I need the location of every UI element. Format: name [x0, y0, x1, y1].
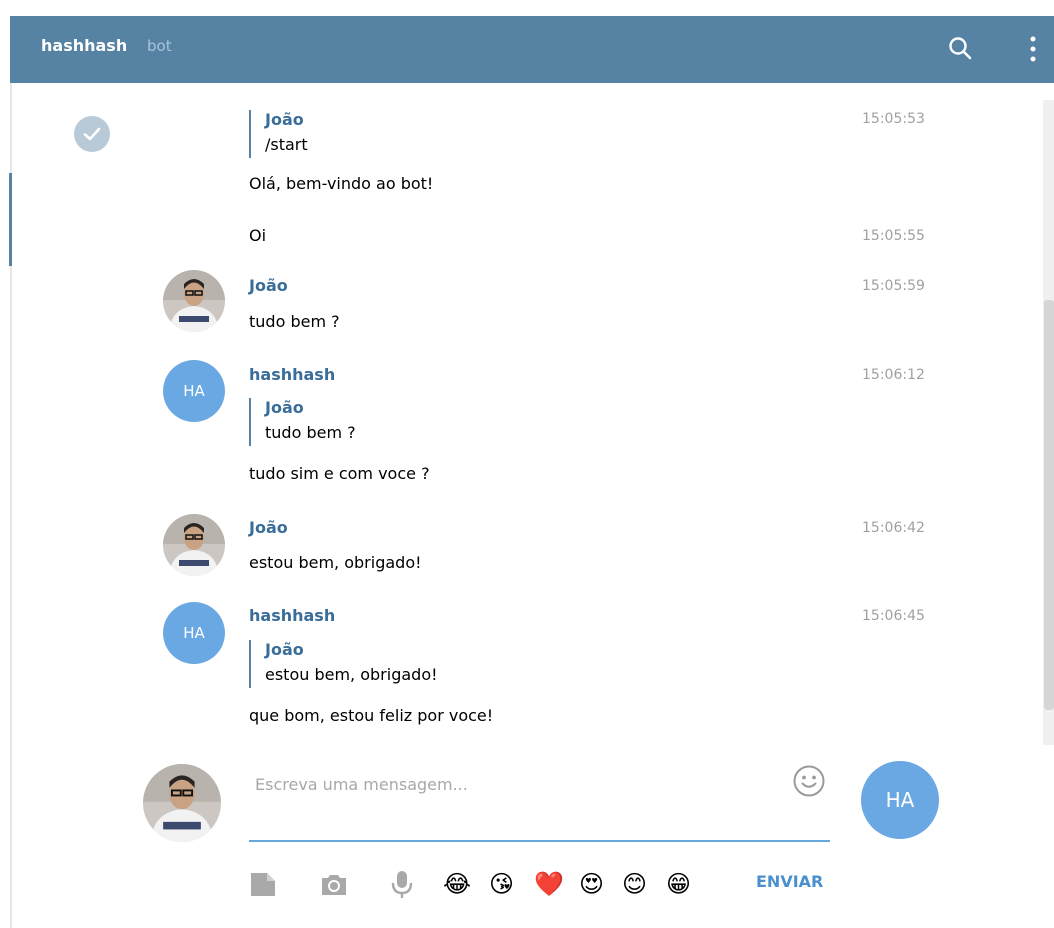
emoji-smile[interactable]: 😊	[622, 869, 647, 899]
camera-icon[interactable]	[320, 870, 348, 898]
avatar[interactable]: HA	[163, 602, 225, 664]
message-text: estou bem, obrigado!	[249, 553, 422, 572]
message-input[interactable]	[249, 764, 781, 804]
quote-text: estou bem, obrigado!	[265, 665, 438, 684]
message-text: Olá, bem-vindo ao bot!	[249, 174, 434, 193]
message-time: 15:05:55	[862, 228, 925, 244]
emoji-heart[interactable]: ❤️	[534, 869, 564, 899]
input-underline	[249, 840, 830, 842]
smiley-icon[interactable]	[792, 764, 826, 798]
message-text: tudo bem ?	[249, 312, 340, 331]
message-sender[interactable]: João	[249, 518, 288, 537]
quote-sender: João	[265, 398, 304, 417]
selected-message-indicator	[9, 173, 12, 266]
check-icon	[74, 116, 110, 152]
message-text: tudo sim e com voce ?	[249, 464, 430, 483]
send-button[interactable]: ENVIAR	[756, 872, 823, 891]
file-icon[interactable]	[249, 870, 277, 898]
message-sender[interactable]: hashhash	[249, 365, 335, 384]
microphone-icon[interactable]	[388, 870, 416, 898]
emoji-kiss[interactable]: 😘	[489, 869, 514, 899]
chat-header: hashhash bot	[10, 16, 1054, 83]
message-time: 15:06:12	[862, 367, 925, 383]
emoji-laughing[interactable]: 😂	[443, 869, 471, 899]
message-time: 15:05:59	[862, 278, 925, 294]
chat-type-label: bot	[147, 37, 172, 55]
quote-text: tudo bem ?	[265, 423, 356, 442]
quote-text: /start	[265, 135, 308, 154]
avatar[interactable]: HA	[163, 360, 225, 422]
message-time: 15:05:53	[862, 111, 925, 127]
vertical-dots-icon[interactable]	[1028, 33, 1038, 65]
message-quote[interactable]: João estou bem, obrigado!	[249, 640, 811, 688]
message-time: 15:06:42	[862, 520, 925, 536]
emoji-heart-eyes[interactable]: 😍	[579, 869, 604, 899]
message-quote[interactable]: João tudo bem ?	[249, 398, 811, 446]
quote-sender: João	[265, 110, 304, 129]
message-text: que bom, estou feliz por voce!	[249, 706, 494, 725]
emoji-grin[interactable]: 😁	[666, 869, 691, 899]
avatar[interactable]	[163, 514, 225, 576]
avatar[interactable]	[163, 270, 225, 332]
message-text: Oi	[249, 226, 267, 245]
search-icon[interactable]	[947, 35, 973, 61]
quote-sender: João	[265, 640, 304, 659]
chat-title[interactable]: hashhash	[41, 36, 127, 55]
message-quote[interactable]: João /start	[249, 110, 811, 158]
scrollbar-thumb[interactable]	[1044, 300, 1054, 710]
bot-avatar[interactable]: HA	[861, 761, 939, 839]
message-sender[interactable]: João	[249, 276, 288, 295]
message-sender[interactable]: hashhash	[249, 606, 335, 625]
my-avatar[interactable]	[143, 764, 221, 842]
message-time: 15:06:45	[862, 608, 925, 624]
